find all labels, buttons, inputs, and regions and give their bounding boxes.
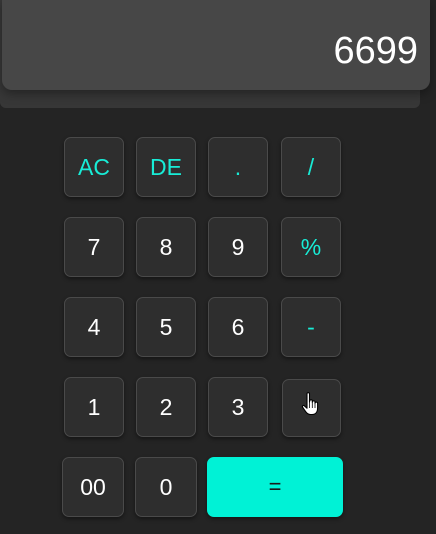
equals-button[interactable]: = [207, 457, 343, 517]
digit-2-button[interactable]: 2 [136, 377, 196, 437]
minus-button[interactable]: - [281, 297, 341, 357]
decimal-button[interactable]: . [208, 137, 268, 197]
double-zero-button[interactable]: 00 [62, 457, 124, 517]
delete-button[interactable]: DE [136, 137, 196, 197]
digit-1-button[interactable]: 1 [64, 377, 124, 437]
digit-5-button[interactable]: 5 [136, 297, 196, 357]
percent-button[interactable]: % [281, 217, 341, 277]
display: 6699 [2, 0, 430, 90]
operator-button-hovered[interactable] [282, 379, 341, 437]
digit-4-button[interactable]: 4 [64, 297, 124, 357]
digit-0-button[interactable]: 0 [135, 457, 197, 517]
digit-6-button[interactable]: 6 [208, 297, 268, 357]
display-value: 6699 [333, 30, 418, 72]
display-panel: 6699 [0, 0, 430, 108]
divide-button[interactable]: / [281, 137, 341, 197]
digit-8-button[interactable]: 8 [136, 217, 196, 277]
digit-3-button[interactable]: 3 [208, 377, 268, 437]
all-clear-button[interactable]: AC [64, 137, 124, 197]
digit-9-button[interactable]: 9 [208, 217, 268, 277]
digit-7-button[interactable]: 7 [64, 217, 124, 277]
